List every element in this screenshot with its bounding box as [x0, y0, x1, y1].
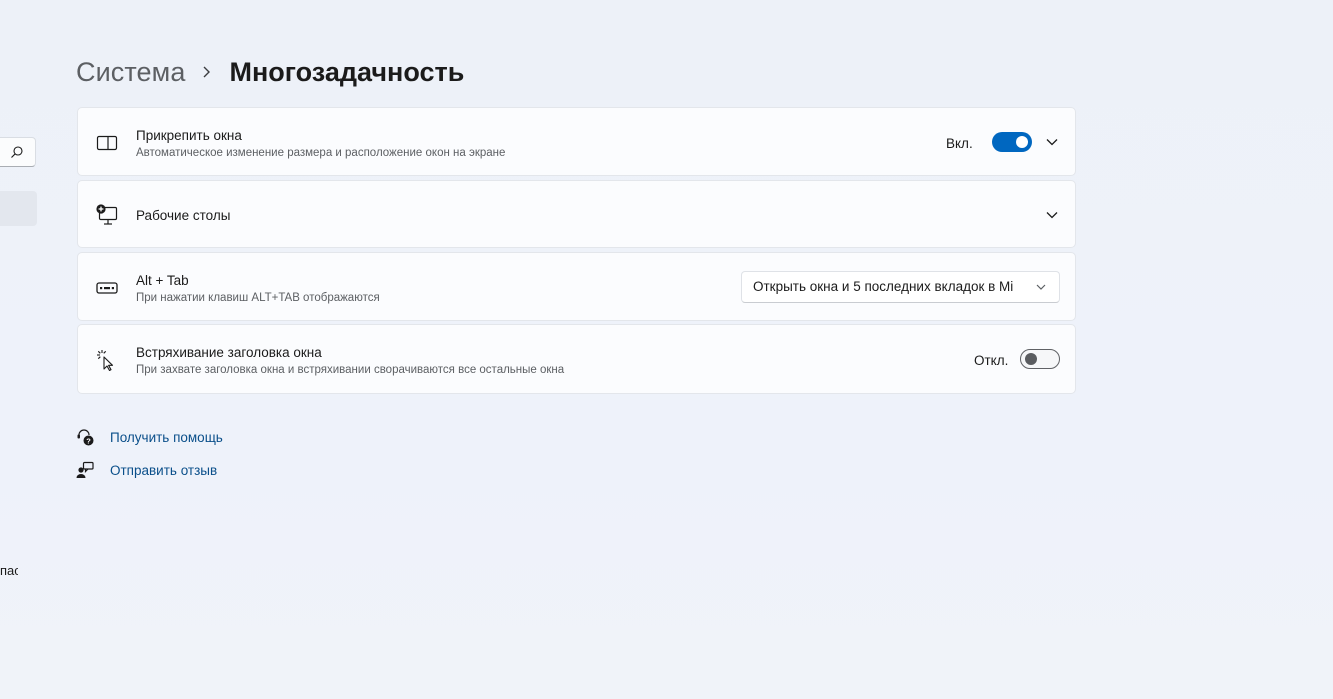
feedback-icon	[76, 461, 94, 478]
shake-cursor-icon	[97, 350, 114, 371]
breadcrumb-parent[interactable]: Система	[76, 57, 185, 88]
nav-selected-item[interactable]	[0, 191, 37, 226]
nav-search-box[interactable]	[0, 137, 36, 167]
desktops-title: Рабочие столы	[136, 208, 231, 223]
toggle-knob	[1025, 353, 1037, 365]
desktops-card[interactable]: Рабочие столы	[77, 180, 1076, 248]
title-bar-shake-title: Встряхивание заголовка окна	[136, 345, 322, 360]
chevron-down-icon	[1036, 284, 1046, 290]
nav-item-label[interactable]: пас	[0, 563, 18, 578]
get-help-label[interactable]: Получить помощь	[110, 430, 223, 445]
title-bar-shake-desc: При захвате заголовка окна и встряхивани…	[136, 364, 565, 376]
chevron-right-icon	[203, 66, 211, 78]
alt-tab-card: Alt + Tab При нажатии клавиш ALT+TAB ото…	[77, 252, 1076, 321]
page-title: Многозадачность	[229, 56, 465, 87]
virtual-desktop-icon	[96, 204, 118, 225]
breadcrumb: Система Многозадачность	[76, 52, 464, 92]
search-icon	[11, 146, 23, 158]
snap-layout-icon	[96, 135, 118, 151]
toggle-knob	[1016, 136, 1028, 148]
alt-tab-desc: При нажатии клавиш ALT+TAB отображаются	[136, 292, 380, 304]
title-bar-shake-state: Откл.	[974, 353, 1009, 368]
title-bar-shake-toggle[interactable]	[1020, 349, 1060, 369]
get-help-link[interactable]: ? Получить помощь	[76, 427, 223, 447]
help-icon: ?	[77, 429, 94, 446]
chevron-down-icon[interactable]	[1045, 135, 1059, 149]
send-feedback-label[interactable]: Отправить отзыв	[110, 463, 217, 478]
snap-windows-state: Вкл.	[946, 136, 973, 151]
svg-text:?: ?	[86, 436, 91, 445]
snap-windows-title: Прикрепить окна	[136, 128, 242, 143]
settings-page: пас Система Многозадачность Прикрепить о…	[0, 0, 1333, 699]
title-bar-shake-card: Встряхивание заголовка окна При захвате …	[77, 324, 1076, 394]
snap-windows-desc: Автоматическое изменение размера и распо…	[136, 147, 506, 159]
snap-windows-toggle[interactable]	[992, 132, 1032, 152]
chevron-down-icon[interactable]	[1045, 208, 1059, 222]
alt-tab-dropdown-value: Открыть окна и 5 последних вкладок в Mi	[753, 279, 1014, 294]
keyboard-icon	[96, 282, 118, 294]
send-feedback-link[interactable]: Отправить отзыв	[76, 460, 217, 480]
snap-windows-card[interactable]: Прикрепить окна Автоматическое изменение…	[77, 107, 1076, 176]
alt-tab-title: Alt + Tab	[136, 273, 189, 288]
alt-tab-dropdown[interactable]: Открыть окна и 5 последних вкладок в Mi	[741, 271, 1060, 303]
